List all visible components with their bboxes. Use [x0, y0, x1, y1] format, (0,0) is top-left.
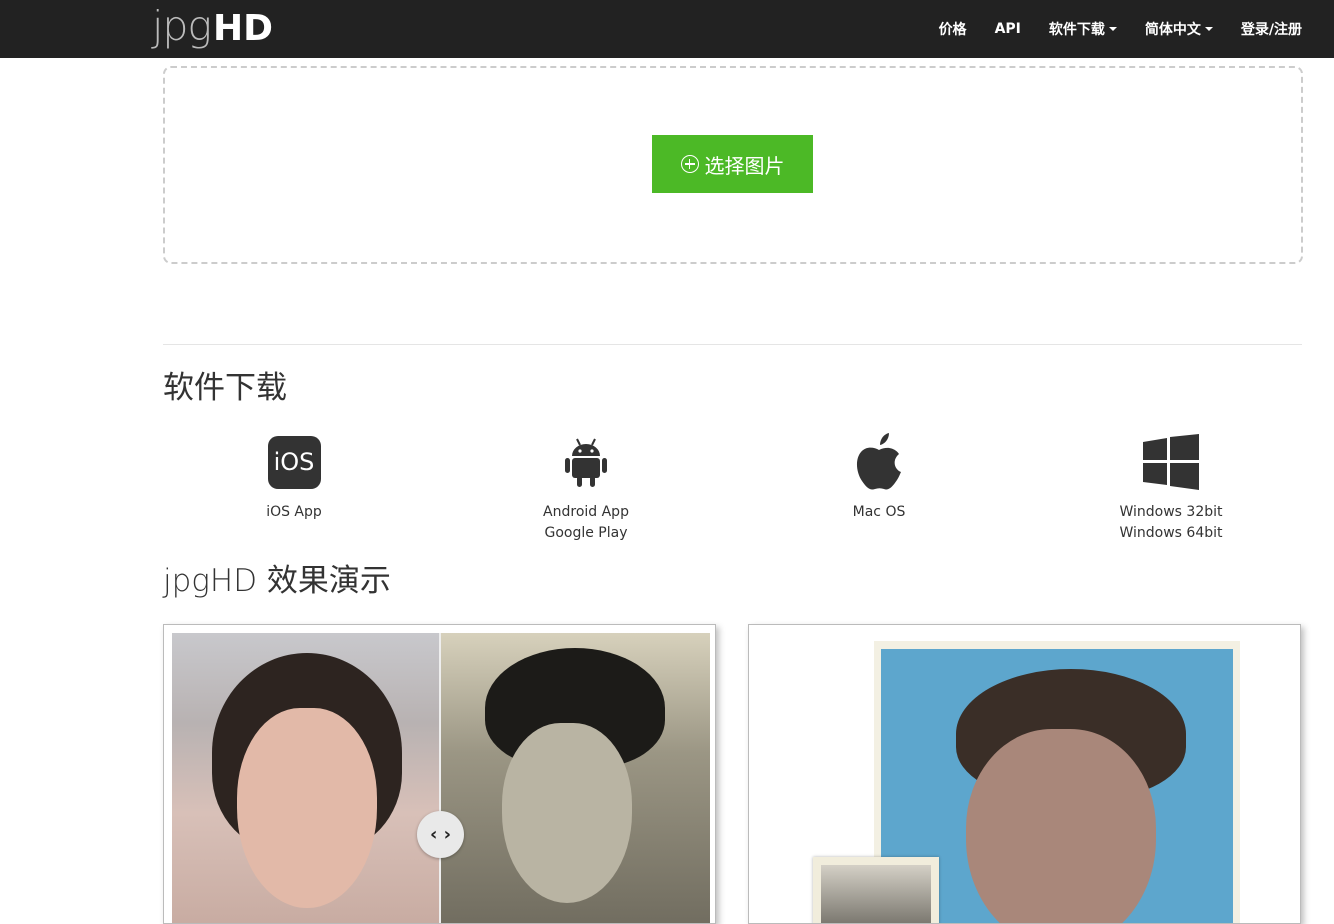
download-mac: Mac OS — [779, 433, 979, 523]
downloads-heading: 软件下载 — [163, 370, 287, 406]
main-nav: 价格 API 软件下载 简体中文 登录/注册 — [911, 0, 1302, 58]
select-image-button[interactable]: 选择图片 — [652, 135, 813, 193]
download-windows: Windows 32bit Windows 64bit — [1071, 433, 1271, 544]
mac-os-link[interactable]: Mac OS — [779, 502, 979, 523]
google-play-link[interactable]: Google Play — [486, 523, 686, 544]
nav-language-dropdown[interactable]: 简体中文 — [1145, 19, 1213, 39]
demo-heading: jpgHD 效果演示 — [163, 563, 391, 599]
nav-pricing-link[interactable]: 价格 — [939, 19, 967, 39]
windows-icon[interactable] — [1071, 433, 1271, 491]
ios-app-link[interactable]: iOS App — [194, 502, 394, 523]
logo-text-bold: HD — [213, 8, 274, 49]
original-photo-man — [440, 633, 710, 923]
nav-language-label: 简体中文 — [1144, 22, 1201, 38]
left-right-arrows-icon: ‹ › — [429, 824, 452, 845]
logo[interactable]: jpg HD — [152, 2, 273, 52]
download-ios: iOS iOS App — [194, 433, 394, 523]
select-image-label: 选择图片 — [704, 153, 785, 178]
caret-down-icon — [1108, 27, 1117, 31]
section-divider — [163, 344, 1302, 345]
caret-down-icon — [1204, 27, 1213, 31]
original-thumbnail — [821, 865, 931, 923]
comparison-split-line — [439, 633, 441, 923]
ios-app-icon[interactable]: iOS — [267, 435, 321, 489]
plus-circle-icon — [680, 155, 699, 173]
windows-32bit-link[interactable]: Windows 32bit — [1071, 502, 1271, 523]
windows-64bit-link[interactable]: Windows 64bit — [1071, 523, 1271, 544]
logo-text-thin: jpg — [152, 2, 212, 50]
nav-download-dropdown[interactable]: 软件下载 — [1049, 19, 1117, 39]
colorization-demo — [748, 624, 1301, 924]
android-icon[interactable] — [486, 433, 686, 491]
comparison-slider-handle[interactable]: ‹ › — [417, 811, 464, 858]
restored-photo-girl — [172, 633, 440, 923]
top-navbar: jpg HD 价格 API 软件下载 简体中文 登录/注册 — [0, 0, 1334, 58]
apple-icon[interactable] — [779, 433, 979, 491]
before-after-comparison: ‹ › — [163, 624, 716, 924]
android-app-link[interactable]: Android App — [486, 502, 686, 523]
nav-login-link[interactable]: 登录/注册 — [1241, 19, 1302, 39]
nav-download-label: 软件下载 — [1048, 22, 1105, 38]
nav-api-link[interactable]: API — [995, 21, 1021, 37]
download-android: Android App Google Play — [486, 433, 686, 544]
